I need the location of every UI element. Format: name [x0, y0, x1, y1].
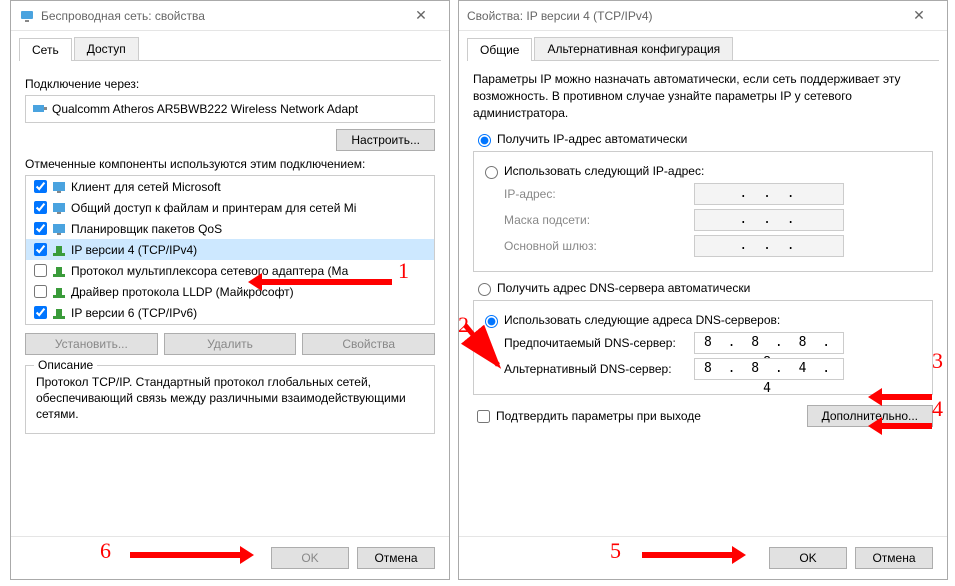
subnet-mask-field: . . . [694, 209, 844, 231]
component-label: IP версии 4 (TCP/IPv4) [71, 243, 197, 257]
ok-button[interactable]: OK [769, 547, 847, 569]
advanced-button[interactable]: Дополнительно... [807, 405, 933, 427]
install-button[interactable]: Установить... [25, 333, 158, 355]
tab-network[interactable]: Сеть [19, 38, 72, 61]
pref-dns-field[interactable]: 8 . 8 . 8 . 8 [694, 332, 844, 354]
component-checkbox[interactable] [34, 306, 47, 319]
ip-address-label: IP-адрес: [504, 187, 694, 201]
tab-access[interactable]: Доступ [74, 37, 139, 60]
titlebar[interactable]: Беспроводная сеть: свойства ✕ [11, 1, 449, 31]
component-checkbox[interactable] [34, 180, 47, 193]
component-label: Планировщик пакетов QoS [71, 222, 222, 236]
component-checkbox[interactable] [34, 222, 47, 235]
qos-icon [51, 221, 67, 237]
close-icon[interactable]: ✕ [401, 7, 441, 24]
proto-icon [51, 242, 67, 258]
component-row[interactable]: Протокол мультиплексора сетевого адаптер… [26, 260, 434, 281]
window-title: Свойства: IP версии 4 (TCP/IPv4) [467, 9, 899, 23]
ip-mode-group: Получить IP-адрес автоматически Использо… [473, 131, 933, 272]
share-icon [51, 200, 67, 216]
pref-dns-label: Предпочитаемый DNS-сервер: [504, 336, 694, 350]
proto-icon [51, 305, 67, 321]
tab-general[interactable]: Общие [467, 38, 532, 61]
ip-manual-group: Использовать следующий IP-адрес: IP-адре… [473, 151, 933, 272]
component-label: Протокол мультиплексора сетевого адаптер… [71, 264, 348, 278]
dns-manual-label: Использовать следующие адреса DNS-сервер… [504, 313, 780, 327]
tab-alt-config[interactable]: Альтернативная конфигурация [534, 37, 733, 60]
component-label: Драйвер протокола LLDP (Майкрософт) [71, 285, 294, 299]
component-checkbox[interactable] [34, 285, 47, 298]
component-label: IP версии 6 (TCP/IPv6) [71, 306, 197, 320]
close-icon[interactable]: ✕ [899, 7, 939, 24]
ip-auto-label: Получить IP-адрес автоматически [497, 132, 687, 146]
adapter-field: Qualcomm Atheros AR5BWB222 Wireless Netw… [25, 95, 435, 123]
description-group: Описание Протокол TCP/IP. Стандартный пр… [25, 365, 435, 434]
tab-strip: Общие Альтернативная конфигурация [467, 37, 939, 61]
cancel-button[interactable]: Отмена [855, 547, 933, 569]
ok-button[interactable]: OK [271, 547, 349, 569]
gateway-field: . . . [694, 235, 844, 257]
dns-manual-group: Использовать следующие адреса DNS-сервер… [473, 300, 933, 395]
component-row[interactable]: Драйвер протокола LLDP (Майкрософт) [26, 281, 434, 302]
connect-via-label: Подключение через: [25, 77, 435, 91]
gateway-label: Основной шлюз: [504, 239, 694, 253]
component-row[interactable]: IP версии 6 (TCP/IPv6) [26, 302, 434, 323]
component-row[interactable]: Общий доступ к файлам и принтерам для се… [26, 197, 434, 218]
component-checkbox[interactable] [34, 243, 47, 256]
ip-address-field: . . . [694, 183, 844, 205]
dns-auto-radio[interactable] [478, 283, 491, 296]
ip-manual-label: Использовать следующий IP-адрес: [504, 164, 704, 178]
component-checkbox[interactable] [34, 264, 47, 277]
ipv4-properties-window: Свойства: IP версии 4 (TCP/IPv4) ✕ Общие… [458, 0, 948, 580]
component-label: Общий доступ к файлам и принтерам для се… [71, 201, 356, 215]
validate-checkbox[interactable] [477, 410, 490, 423]
network-adapter-icon [19, 8, 35, 24]
window-title: Беспроводная сеть: свойства [41, 9, 401, 23]
proto-icon [51, 284, 67, 300]
configure-button[interactable]: Настроить... [336, 129, 435, 151]
adapter-icon [32, 101, 48, 117]
component-label: Клиент для сетей Microsoft [71, 180, 221, 194]
component-checkbox[interactable] [34, 201, 47, 214]
tab-strip: Сеть Доступ [19, 37, 441, 61]
alt-dns-field[interactable]: 8 . 8 . 4 . 4 [694, 358, 844, 380]
proto-icon [51, 263, 67, 279]
components-label: Отмеченные компоненты используются этим … [25, 157, 435, 171]
client-icon [51, 179, 67, 195]
ip-manual-radio[interactable] [485, 166, 498, 179]
description-text: Протокол TCP/IP. Стандартный протокол гл… [36, 374, 424, 423]
remove-button[interactable]: Удалить [164, 333, 297, 355]
component-list[interactable]: Клиент для сетей Microsoft Общий доступ к… [25, 175, 435, 325]
titlebar[interactable]: Свойства: IP версии 4 (TCP/IPv4) ✕ [459, 1, 947, 31]
component-row[interactable]: Планировщик пакетов QoS [26, 218, 434, 239]
properties-button[interactable]: Свойства [302, 333, 435, 355]
subnet-mask-label: Маска подсети: [504, 213, 694, 227]
component-row[interactable]: Клиент для сетей Microsoft [26, 176, 434, 197]
dns-manual-radio[interactable] [485, 315, 498, 328]
ip-auto-radio[interactable] [478, 134, 491, 147]
adapter-name: Qualcomm Atheros AR5BWB222 Wireless Netw… [52, 102, 358, 116]
network-properties-window: Беспроводная сеть: свойства ✕ Сеть Досту… [10, 0, 450, 580]
validate-label: Подтвердить параметры при выходе [496, 409, 701, 423]
cancel-button[interactable]: Отмена [357, 547, 435, 569]
description-title: Описание [34, 358, 97, 372]
alt-dns-label: Альтернативный DNS-сервер: [504, 362, 694, 376]
component-row[interactable]: IP версии 4 (TCP/IPv4) [26, 239, 434, 260]
dns-auto-label: Получить адрес DNS-сервера автоматически [497, 281, 750, 295]
info-text: Параметры IP можно назначать автоматичес… [473, 71, 933, 121]
